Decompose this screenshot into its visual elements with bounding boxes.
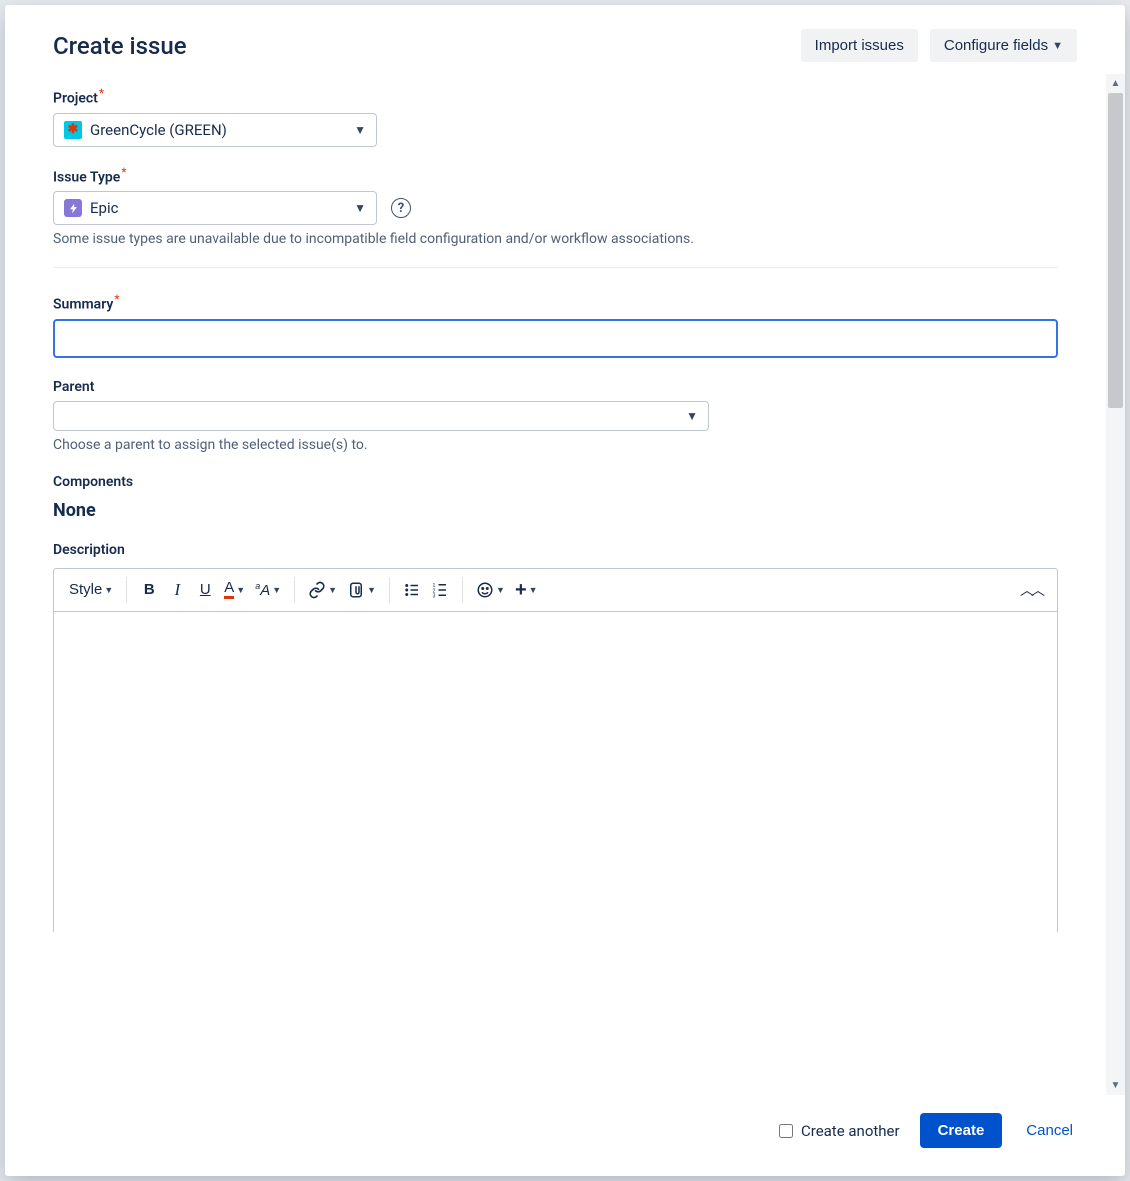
issue-type-label: Issue Type*: [53, 165, 127, 186]
components-field: Components None: [53, 471, 1058, 521]
clear-format-icon: aA: [255, 581, 270, 599]
chevron-down-icon: ▼: [236, 585, 245, 595]
scrollbar[interactable]: ▲ ▼: [1106, 74, 1125, 1095]
parent-field: Parent ▼ Choose a parent to assign the s…: [53, 376, 1058, 453]
scroll-track[interactable]: [1106, 93, 1125, 1076]
separator: [294, 577, 295, 603]
chevron-down-icon: ▼: [104, 585, 113, 595]
rte-textcolor-button[interactable]: A ▼: [219, 575, 250, 605]
attachment-icon: [347, 581, 365, 599]
description-field: Description Style▼ B I U A ▼: [53, 539, 1058, 932]
separator: [462, 577, 463, 603]
scroll-up-icon[interactable]: ▲: [1106, 74, 1125, 93]
parent-select[interactable]: ▼: [53, 401, 709, 431]
rte-underline-button[interactable]: U: [191, 575, 219, 605]
import-issues-button[interactable]: Import issues: [801, 29, 918, 62]
chevron-down-icon: ▼: [328, 585, 337, 595]
rte-numberlist-button[interactable]: 123: [426, 575, 454, 605]
summary-input[interactable]: [53, 319, 1058, 358]
create-button[interactable]: Create: [920, 1113, 1003, 1148]
rte-collapse-button[interactable]: ︿︿: [1015, 575, 1047, 605]
separator: [126, 577, 127, 603]
summary-label: Summary*: [53, 292, 120, 313]
bullet-list-icon: [403, 581, 421, 599]
svg-text:3: 3: [433, 593, 436, 599]
project-select-value: GreenCycle (GREEN): [90, 121, 346, 139]
project-label: Project*: [53, 86, 104, 107]
parent-hint: Choose a parent to assign the selected i…: [53, 437, 1058, 453]
modal-header: Create issue Import issues Configure fie…: [5, 5, 1125, 74]
project-field: Project* ✱ GreenCycle (GREEN) ▼: [53, 86, 1058, 147]
configure-fields-label: Configure fields: [944, 37, 1048, 54]
collapse-icon: ︿︿: [1020, 580, 1042, 600]
description-textarea[interactable]: [54, 612, 1057, 932]
underline-icon: U: [200, 581, 211, 598]
rte-italic-button[interactable]: I: [163, 575, 191, 605]
rte-bold-button[interactable]: B: [135, 575, 163, 605]
create-issue-modal: Create issue Import issues Configure fie…: [5, 5, 1125, 1176]
issue-type-select-value: Epic: [90, 199, 346, 217]
chevron-down-icon: ▼: [354, 123, 366, 137]
chevron-down-icon: ▼: [496, 585, 505, 595]
separator: [389, 577, 390, 603]
configure-fields-button[interactable]: Configure fields ▼: [930, 29, 1077, 62]
bold-icon: B: [144, 581, 155, 598]
create-another-input[interactable]: [779, 1124, 793, 1138]
modal-footer: Create another Create Cancel: [5, 1095, 1125, 1176]
emoji-icon: [476, 581, 494, 599]
modal-title: Create issue: [53, 32, 789, 60]
rte-attachment-button[interactable]: ▼: [342, 575, 381, 605]
italic-icon: I: [174, 580, 180, 600]
chevron-down-icon: ▼: [367, 585, 376, 595]
scroll-down-icon[interactable]: ▼: [1106, 1076, 1125, 1095]
import-issues-label: Import issues: [815, 37, 904, 54]
plus-icon: +: [515, 580, 527, 600]
create-another-checkbox[interactable]: Create another: [779, 1122, 900, 1140]
summary-field: Summary*: [53, 292, 1058, 358]
chevron-down-icon: ▼: [354, 201, 366, 215]
cancel-button[interactable]: Cancel: [1022, 1114, 1077, 1147]
issue-type-hint: Some issue types are unavailable due to …: [53, 231, 1058, 247]
scroll-thumb[interactable]: [1108, 93, 1123, 408]
required-marker: *: [121, 165, 126, 179]
modal-body: Project* ✱ GreenCycle (GREEN) ▼ Issue Ty…: [5, 74, 1106, 1095]
issue-type-select[interactable]: Epic ▼: [53, 191, 377, 225]
issue-type-field: Issue Type* Epic ▼ ? Some issue types ar…: [53, 165, 1058, 248]
epic-icon: [64, 199, 82, 217]
divider: [53, 267, 1058, 268]
chevron-down-icon: ▼: [1052, 40, 1063, 52]
rte-toolbar: Style▼ B I U A ▼ aA▼: [54, 569, 1057, 612]
required-marker: *: [99, 86, 104, 100]
description-label: Description: [53, 542, 125, 558]
description-editor: Style▼ B I U A ▼ aA▼: [53, 568, 1058, 932]
rte-emoji-button[interactable]: ▼: [471, 575, 510, 605]
rte-bulletlist-button[interactable]: [398, 575, 426, 605]
project-select[interactable]: ✱ GreenCycle (GREEN) ▼: [53, 113, 377, 147]
chevron-down-icon: ▼: [272, 585, 281, 595]
chevron-down-icon: ▼: [686, 409, 698, 423]
rte-link-button[interactable]: ▼: [303, 575, 342, 605]
rte-insert-button[interactable]: +▼: [510, 575, 543, 605]
rte-clearformat-button[interactable]: aA▼: [250, 575, 286, 605]
components-value: None: [53, 500, 1058, 521]
text-color-icon: A: [224, 580, 234, 599]
required-marker: *: [114, 292, 119, 306]
parent-label: Parent: [53, 379, 94, 395]
link-icon: [308, 581, 326, 599]
rte-style-button[interactable]: Style▼: [64, 575, 118, 605]
create-another-label: Create another: [801, 1122, 900, 1140]
number-list-icon: 123: [431, 581, 449, 599]
help-icon[interactable]: ?: [391, 198, 411, 218]
project-avatar-icon: ✱: [64, 121, 82, 139]
components-label: Components: [53, 474, 133, 490]
chevron-down-icon: ▼: [529, 585, 538, 595]
